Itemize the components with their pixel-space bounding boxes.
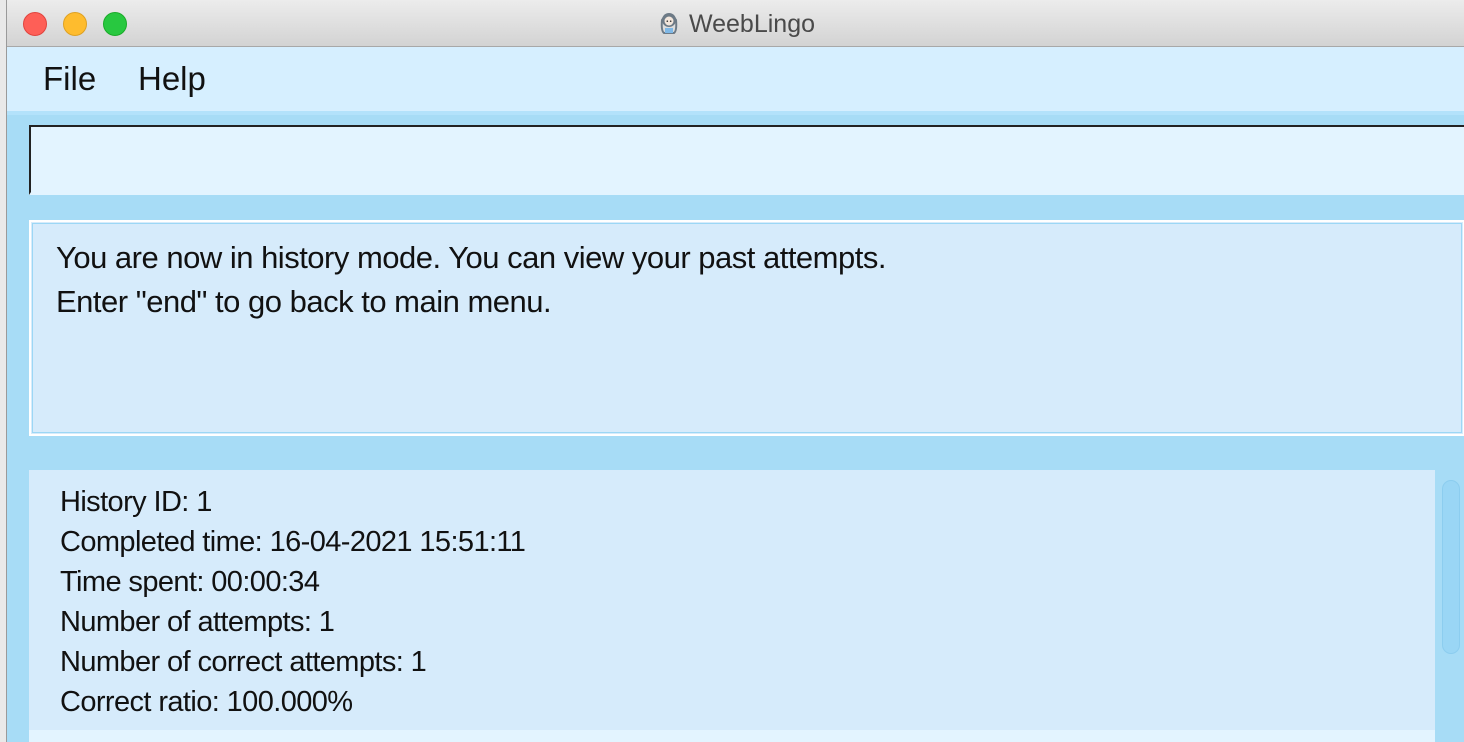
history-card[interactable]: History ID: 1 Completed time: 16-04-2021…	[29, 470, 1435, 730]
history-time-spent: Time spent: 00:00:34	[60, 566, 320, 598]
result-message-line: Enter "end" to go back to main menu.	[56, 284, 552, 319]
app-window: WeebLingo File Help You are now in histo…	[6, 0, 1464, 742]
history-correct-attempts: Number of correct attempts: 1	[60, 646, 427, 678]
menu-file[interactable]: File	[43, 59, 96, 99]
history-list-panel: History ID: 1 Completed time: 16-04-2021…	[7, 448, 1464, 742]
title-bar[interactable]: WeebLingo	[7, 0, 1464, 47]
command-box-panel	[7, 115, 1464, 206]
result-display[interactable]: You are now in history mode. You can vie…	[29, 220, 1464, 436]
window-title-group: WeebLingo	[7, 8, 1464, 40]
history-scrollbar[interactable]	[1435, 470, 1464, 742]
history-attempts: Number of attempts: 1	[60, 606, 335, 638]
history-correct-ratio: Correct ratio: 100.000%	[60, 686, 353, 718]
result-display-panel: You are now in history mode. You can vie…	[7, 206, 1464, 448]
history-next-card-edge	[29, 730, 1435, 742]
command-input[interactable]	[29, 125, 1464, 195]
result-message-line: You are now in history mode. You can vie…	[56, 240, 886, 275]
history-completed-time: Completed time: 16-04-2021 15:51:11	[60, 526, 526, 558]
history-scrollbar-thumb[interactable]	[1442, 480, 1460, 654]
menu-help[interactable]: Help	[138, 59, 206, 99]
window-title: WeebLingo	[688, 10, 816, 38]
app-character-icon	[657, 11, 681, 35]
history-id: History ID: 1	[60, 486, 212, 518]
menu-bar: File Help	[7, 47, 1464, 115]
